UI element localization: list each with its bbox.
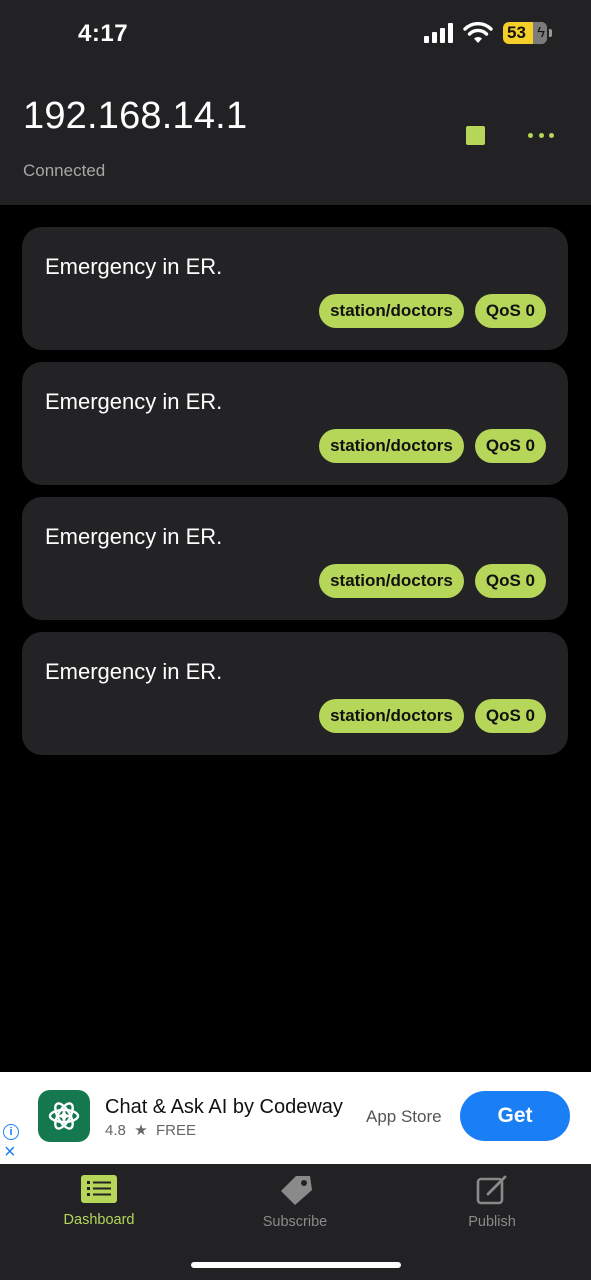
status-icons: 53 ϟ <box>424 22 552 44</box>
edit-square-icon <box>476 1175 507 1205</box>
tab-subscribe[interactable]: Subscribe <box>225 1174 365 1230</box>
message-meta: station/doctors QoS 0 <box>319 294 546 328</box>
message-meta: station/doctors QoS 0 <box>319 429 546 463</box>
message-text: Emergency in ER. <box>45 659 223 684</box>
tab-dashboard[interactable]: Dashboard <box>29 1174 169 1228</box>
message-text: Emergency in ER. <box>45 524 223 549</box>
tab-publish[interactable]: Publish <box>422 1174 562 1230</box>
ad-banner[interactable]: Chat & Ask AI by Codeway 4.8 ★ FREE App … <box>0 1072 591 1164</box>
topic-chip: station/doctors <box>319 429 464 463</box>
topic-chip: station/doctors <box>319 294 464 328</box>
battery-level: 53 <box>507 23 526 42</box>
close-icon[interactable]: × <box>4 1142 16 1162</box>
get-button[interactable]: Get <box>460 1091 570 1141</box>
stop-square-icon[interactable] <box>466 126 485 145</box>
message-text: Emergency in ER. <box>45 389 223 414</box>
star-icon: ★ <box>130 1122 152 1139</box>
dashboard-list-icon <box>81 1175 117 1203</box>
message-card[interactable]: Emergency in ER. station/doctors QoS 0 <box>22 362 568 485</box>
ad-rating: 4.8 ★ FREE <box>105 1121 196 1139</box>
qos-chip: QoS 0 <box>474 699 546 733</box>
message-meta: station/doctors QoS 0 <box>319 699 546 733</box>
app-logo-icon <box>38 1090 90 1142</box>
qos-chip: QoS 0 <box>474 294 546 328</box>
connection-status: Connected <box>23 161 106 180</box>
topic-chip: station/doctors <box>319 564 464 598</box>
broker-host: 192.168.14.1 <box>23 95 248 137</box>
tag-icon <box>281 1176 312 1205</box>
message-card[interactable]: Emergency in ER. station/doctors QoS 0 <box>22 632 568 755</box>
ad-title: Chat & Ask AI by Codeway <box>105 1096 343 1118</box>
top-header: 4:17 53 ϟ 192.168.14.1 Connected <box>0 0 591 205</box>
tab-publish-label: Publish <box>468 1214 516 1230</box>
message-meta: station/doctors QoS 0 <box>319 564 546 598</box>
message-text: Emergency in ER. <box>45 254 223 279</box>
qos-chip: QoS 0 <box>474 564 546 598</box>
info-icon[interactable]: i <box>3 1124 19 1140</box>
ad-price: FREE <box>156 1122 197 1139</box>
tab-subscribe-label: Subscribe <box>262 1214 328 1230</box>
message-card[interactable]: Emergency in ER. station/doctors QoS 0 <box>22 227 568 350</box>
message-card[interactable]: Emergency in ER. station/doctors QoS 0 <box>22 497 568 620</box>
ad-rating-value: 4.8 <box>105 1122 126 1139</box>
home-indicator <box>191 1262 401 1268</box>
ad-store-label: App Store <box>366 1107 442 1126</box>
status-time: 4:17 <box>78 20 129 47</box>
cellular-signal-icon <box>424 23 453 43</box>
tab-dashboard-label: Dashboard <box>63 1212 135 1228</box>
battery-icon: 53 ϟ <box>503 22 552 44</box>
topic-chip: station/doctors <box>319 699 464 733</box>
more-horizontal-icon[interactable] <box>528 124 554 146</box>
charging-bolt-icon: ϟ <box>537 24 545 41</box>
qos-chip: QoS 0 <box>474 429 546 463</box>
wifi-icon <box>463 22 493 43</box>
